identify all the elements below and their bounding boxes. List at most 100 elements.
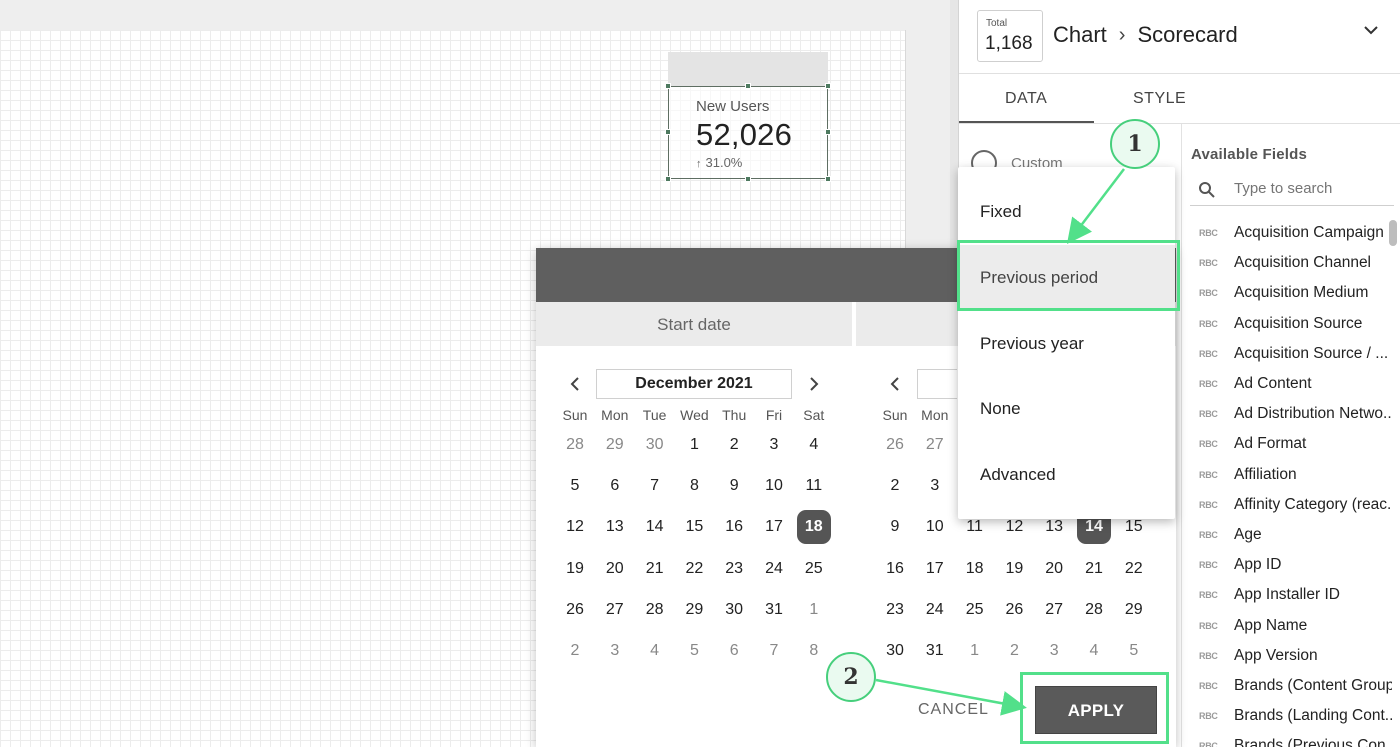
resize-handle[interactable] — [665, 129, 671, 135]
calendar-day[interactable]: 17 — [754, 511, 794, 543]
calendar-day[interactable]: 4 — [635, 635, 675, 667]
dropdown-option-none[interactable]: None — [958, 376, 1175, 442]
field-list-item[interactable]: RBC App ID — [1182, 550, 1392, 580]
field-list-item[interactable]: RBC App Installer ID — [1182, 580, 1392, 610]
calendar-day[interactable]: 26 — [994, 594, 1034, 626]
resize-handle[interactable] — [745, 176, 751, 182]
calendar-day[interactable]: 10 — [754, 470, 794, 502]
chevron-down-icon[interactable] — [1363, 22, 1379, 38]
calendar-day[interactable]: 3 — [915, 470, 955, 502]
field-list-item[interactable]: RBC Ad Distribution Netwo... — [1182, 399, 1392, 429]
field-list-item[interactable]: RBC Acquisition Channel — [1182, 248, 1392, 278]
field-list-item[interactable]: RBC Ad Format — [1182, 429, 1392, 459]
calendar-day[interactable]: 29 — [595, 429, 635, 461]
resize-handle[interactable] — [665, 176, 671, 182]
resize-handle[interactable] — [665, 83, 671, 89]
calendar-day[interactable]: 24 — [754, 553, 794, 585]
calendar-day[interactable]: 27 — [595, 594, 635, 626]
resize-handle[interactable] — [825, 83, 831, 89]
calendar-day[interactable]: 27 — [1034, 594, 1074, 626]
calendar-day[interactable]: 23 — [714, 553, 754, 585]
field-list-item[interactable]: RBC Brands (Landing Cont... — [1182, 701, 1392, 731]
calendar-day[interactable]: 2 — [555, 635, 595, 667]
calendar-day[interactable]: 6 — [595, 470, 635, 502]
field-list-item[interactable]: RBC Age — [1182, 520, 1392, 550]
calendar-day[interactable]: 30 — [714, 594, 754, 626]
calendar-day[interactable]: 4 — [1074, 635, 1114, 667]
calendar-day[interactable]: 1 — [674, 429, 714, 461]
field-list-item[interactable]: RBC Acquisition Source — [1182, 309, 1392, 339]
selected-calendar-day[interactable]: 18 — [796, 510, 831, 545]
field-list-item[interactable]: RBC Affinity Category (reac... — [1182, 490, 1392, 520]
calendar-day[interactable]: 19 — [994, 553, 1034, 585]
calendar-day[interactable]: 9 — [714, 470, 754, 502]
calendar-day[interactable]: 8 — [794, 635, 834, 667]
calendar-day[interactable]: 26 — [555, 594, 595, 626]
field-list-item[interactable]: RBC Affiliation — [1182, 460, 1392, 490]
field-list-item[interactable]: RBC Brands (Content Group) — [1182, 671, 1392, 701]
dropdown-option-advanced[interactable]: Advanced — [958, 442, 1175, 508]
calendar-day[interactable]: 28 — [635, 594, 675, 626]
chevron-left-icon[interactable] — [567, 376, 583, 392]
scorecard-widget[interactable]: New Users 52,026 ↑ 31.0% — [665, 83, 831, 182]
field-list-item[interactable]: RBC Acquisition Campaign — [1182, 218, 1392, 248]
calendar-day[interactable]: 16 — [714, 511, 754, 543]
calendar-day[interactable]: 20 — [595, 553, 635, 585]
calendar-day[interactable]: 2 — [994, 635, 1034, 667]
field-list-item[interactable]: RBC Acquisition Source / ... — [1182, 339, 1392, 369]
calendar-day[interactable]: 30 — [635, 429, 675, 461]
tab-data[interactable]: DATA — [1005, 90, 1047, 108]
calendar-day[interactable]: 9 — [875, 511, 915, 543]
calendar-day[interactable]: 16 — [875, 553, 915, 585]
resize-handle[interactable] — [825, 176, 831, 182]
calendar-day[interactable]: 21 — [1074, 553, 1114, 585]
calendar-day[interactable]: 24 — [915, 594, 955, 626]
field-list-item[interactable]: RBC Brands (Previous Con... — [1182, 731, 1392, 747]
calendar-day[interactable]: 4 — [794, 429, 834, 461]
month-selector-end[interactable] — [917, 369, 957, 399]
field-search-input[interactable] — [1234, 180, 1389, 197]
calendar-day[interactable]: 5 — [1114, 635, 1154, 667]
calendar-day[interactable]: 21 — [635, 553, 675, 585]
calendar-day[interactable]: 22 — [674, 553, 714, 585]
calendar-day[interactable]: 22 — [1114, 553, 1154, 585]
calendar-day[interactable]: 18 — [955, 553, 995, 585]
calendar-day[interactable]: 11 — [794, 470, 834, 502]
tab-style[interactable]: STYLE — [1133, 90, 1186, 108]
calendar-day[interactable]: 29 — [674, 594, 714, 626]
calendar-day[interactable]: 17 — [915, 553, 955, 585]
calendar-day[interactable]: 1 — [794, 594, 834, 626]
dropdown-option-fixed[interactable]: Fixed — [958, 179, 1175, 245]
resize-handle[interactable] — [745, 83, 751, 89]
calendar-day[interactable]: 31 — [754, 594, 794, 626]
calendar-day[interactable]: 5 — [555, 470, 595, 502]
calendar-day[interactable]: 30 — [875, 635, 915, 667]
calendar-day[interactable]: 14 — [635, 511, 675, 543]
calendar-day[interactable]: 20 — [1034, 553, 1074, 585]
cancel-button[interactable]: CANCEL — [918, 701, 989, 719]
calendar-day[interactable]: 28 — [555, 429, 595, 461]
calendar-day[interactable]: 7 — [635, 470, 675, 502]
calendar-day[interactable]: 15 — [674, 511, 714, 543]
calendar-day[interactable]: 12 — [555, 511, 595, 543]
field-list-item[interactable]: RBC App Version — [1182, 641, 1392, 671]
calendar-day[interactable]: 25 — [794, 553, 834, 585]
dropdown-option-previous-year[interactable]: Previous year — [958, 311, 1175, 377]
calendar-day[interactable]: 23 — [875, 594, 915, 626]
month-selector[interactable]: December 2021 — [596, 369, 792, 399]
calendar-day[interactable]: 26 — [875, 429, 915, 461]
chevron-left-icon[interactable] — [887, 376, 903, 392]
calendar-day[interactable]: 19 — [555, 553, 595, 585]
calendar-day[interactable]: 31 — [915, 635, 955, 667]
calendar-day[interactable]: 8 — [674, 470, 714, 502]
fields-scrollbar[interactable] — [1389, 220, 1397, 246]
calendar-day[interactable]: 29 — [1114, 594, 1154, 626]
breadcrumb-chart-type[interactable]: Scorecard — [1137, 22, 1237, 48]
calendar-day[interactable]: 2 — [875, 470, 915, 502]
calendar-day[interactable]: 2 — [714, 429, 754, 461]
field-list-item[interactable]: RBC App Name — [1182, 610, 1392, 640]
calendar-day[interactable]: 27 — [915, 429, 955, 461]
calendar-day[interactable]: 5 — [674, 635, 714, 667]
calendar-day[interactable]: 7 — [754, 635, 794, 667]
calendar-day[interactable]: 3 — [754, 429, 794, 461]
